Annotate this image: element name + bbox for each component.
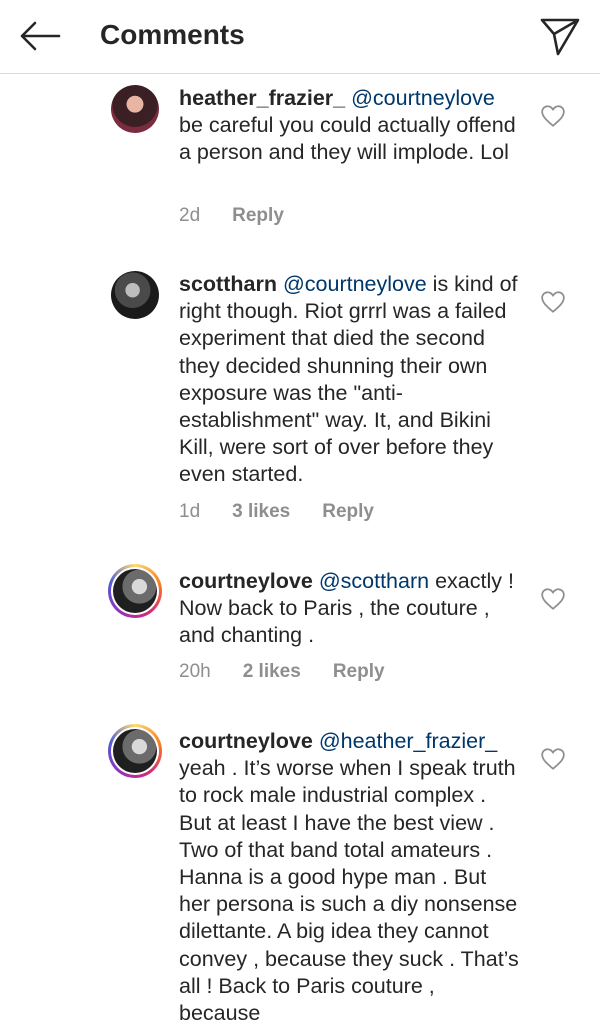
header-bar: Comments — [0, 0, 600, 74]
send-icon — [540, 18, 580, 56]
comment-time: 2d — [179, 205, 201, 226]
comment-text: be careful you could actually offend a p… — [179, 113, 516, 165]
heart-icon[interactable] — [540, 586, 566, 612]
page-title: Comments — [100, 19, 245, 50]
back-button[interactable] — [18, 16, 62, 56]
arrow-left-icon — [20, 21, 61, 51]
comment-username[interactable]: heather_frazier_ — [179, 86, 345, 110]
comment-username[interactable]: courtneylove — [179, 729, 313, 753]
comment-text: is kind of right though. Riot grrrl was … — [179, 272, 518, 487]
reply-button[interactable]: Reply — [333, 661, 385, 683]
comment-mention[interactable]: @scottharn — [319, 569, 429, 593]
reply-button[interactable]: Reply — [232, 205, 284, 227]
avatar[interactable] — [108, 724, 162, 778]
comment-mention[interactable]: @courtneylove — [283, 272, 427, 296]
avatar[interactable] — [111, 85, 159, 133]
comment-username[interactable]: courtneylove — [179, 569, 313, 593]
likes-count[interactable]: 2 likes — [243, 661, 301, 683]
share-button[interactable] — [538, 14, 582, 58]
comment-mention[interactable]: @heather_frazier_ — [319, 729, 497, 753]
comment-time: 1d — [179, 501, 201, 522]
heart-icon[interactable] — [540, 746, 566, 772]
reply-button[interactable]: Reply — [322, 501, 374, 523]
comment-text: yeah . It’s worse when I speak truth to … — [179, 756, 519, 1026]
comment-meta: 2d Reply — [179, 205, 316, 227]
comment-time: 20h — [179, 661, 211, 682]
comment-username[interactable]: scottharn — [179, 272, 277, 296]
comment-meta: 20h 2 likes Reply — [179, 661, 417, 683]
comment-meta: 1d 3 likes Reply — [179, 501, 406, 523]
avatar[interactable] — [111, 271, 159, 319]
heart-icon[interactable] — [540, 103, 566, 129]
avatar[interactable] — [108, 564, 162, 618]
heart-icon[interactable] — [540, 289, 566, 315]
comment-mention[interactable]: @courtneylove — [351, 86, 495, 110]
likes-count[interactable]: 3 likes — [232, 501, 290, 523]
